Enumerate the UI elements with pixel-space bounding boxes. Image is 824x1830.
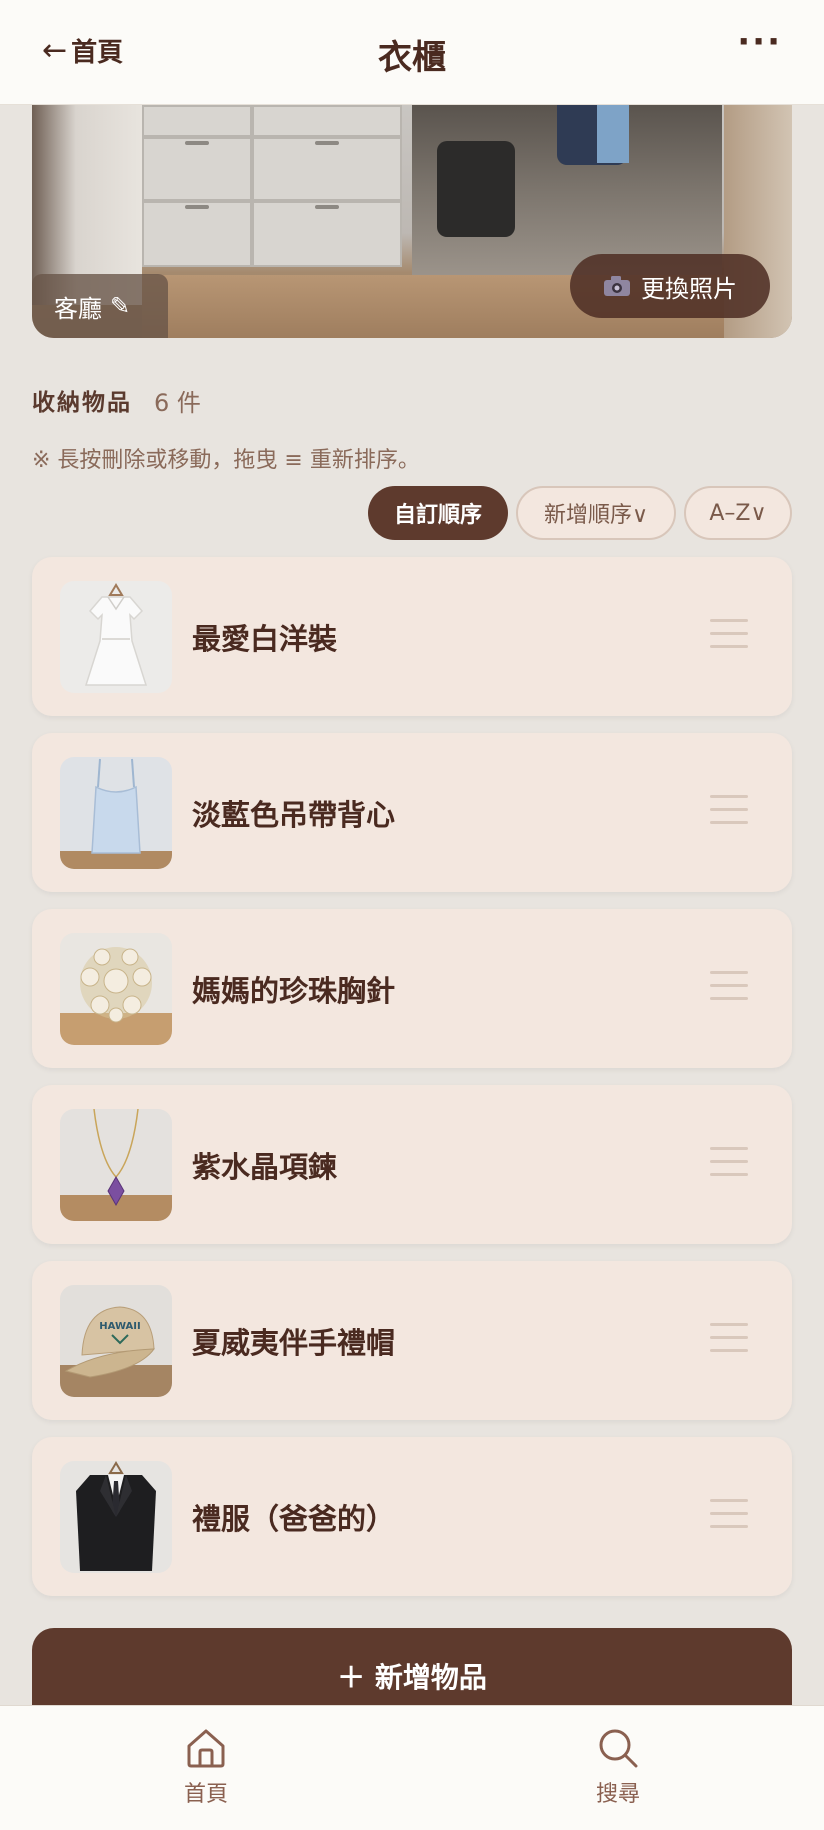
more-menu-button[interactable]: ··· (737, 22, 782, 62)
list-item[interactable]: HAWAII 夏威夷伴手禮帽 (32, 1261, 792, 1420)
item-thumbnail-dress (60, 581, 172, 693)
list-item[interactable]: 淡藍色吊帶背心 (32, 733, 792, 892)
item-name: 夏威夷伴手禮帽 (192, 1325, 396, 1360)
item-name: 紫水晶項鍊 (192, 1149, 338, 1184)
edit-icon: ✎ (110, 292, 131, 320)
item-name: 淡藍色吊帶背心 (192, 797, 396, 832)
list-item[interactable]: 禮服（爸爸的） (32, 1437, 792, 1596)
nav-home[interactable]: 首頁 (146, 1726, 266, 1808)
drag-handle-icon[interactable] (710, 971, 748, 1007)
item-thumbnail-cap: HAWAII (60, 1285, 172, 1397)
item-count: 6 件 (154, 389, 201, 417)
top-bar: ← 首頁 衣櫃 ··· (0, 0, 824, 105)
location-label[interactable]: 客廳 ✎ (32, 274, 168, 338)
home-icon (187, 1729, 225, 1768)
camera-icon (604, 276, 630, 296)
item-name: 禮服（爸爸的） (192, 1501, 396, 1536)
item-thumbnail-suit (60, 1461, 172, 1573)
item-name: 媽媽的珍珠胸針 (192, 973, 396, 1008)
nav-home-label: 首頁 (183, 1782, 228, 1807)
location-text: 客廳 (54, 294, 102, 323)
list-item[interactable]: 最愛白洋裝 (32, 557, 792, 716)
list-item[interactable]: 紫水晶項鍊 (32, 1085, 792, 1244)
bottom-nav: 首頁 搜尋 (0, 1705, 824, 1830)
section-title: 收納物品 (32, 390, 132, 416)
drag-handle-icon[interactable] (710, 1323, 748, 1359)
bag-image (437, 141, 515, 237)
page-title: 衣櫃 (378, 38, 446, 78)
hint-text: ※ 長按刪除或移動，拖曳 ≡ 重新排序。 (32, 448, 420, 473)
sort-added-chip[interactable]: 新增順序∨ (516, 486, 676, 540)
item-thumbnail-camisole (60, 757, 172, 869)
sort-az-chip[interactable]: A–Z∨ (684, 486, 792, 540)
change-photo-label: 更換照片 (641, 274, 737, 303)
drag-handle-icon[interactable] (710, 1499, 748, 1535)
change-photo-button[interactable]: 更換照片 (570, 254, 770, 318)
drag-handle-icon[interactable] (710, 795, 748, 831)
drag-handle-icon[interactable] (710, 1147, 748, 1183)
search-icon (599, 1729, 638, 1768)
list-item[interactable]: 媽媽的珍珠胸針 (32, 909, 792, 1068)
svg-text:HAWAII: HAWAII (99, 1321, 140, 1332)
sort-custom-chip[interactable]: 自訂順序 (368, 486, 508, 540)
nav-search[interactable]: 搜尋 (558, 1726, 678, 1808)
drag-handle-icon[interactable] (710, 619, 748, 655)
item-thumbnail-necklace (60, 1109, 172, 1221)
nav-search-label: 搜尋 (595, 1782, 640, 1807)
item-thumbnail-brooch (60, 933, 172, 1045)
item-name: 最愛白洋裝 (192, 621, 338, 656)
